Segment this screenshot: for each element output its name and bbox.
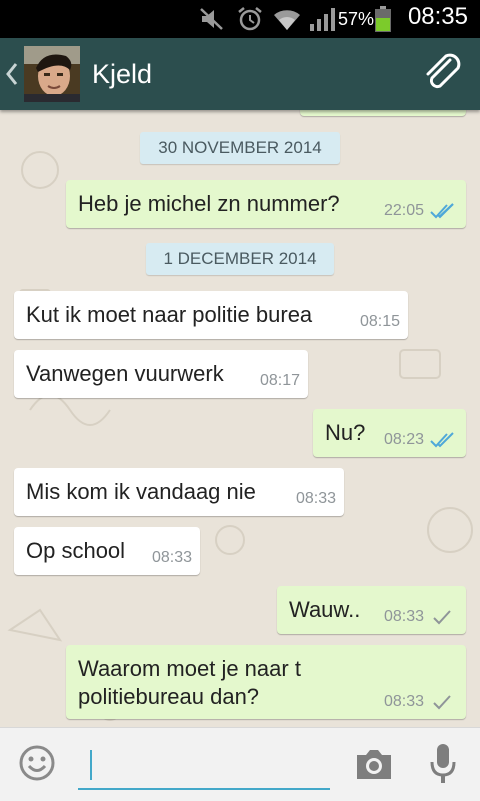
message-bubble-outgoing[interactable]: Heb je michel zn nummer? 22:05	[66, 180, 466, 228]
chat-header: Kjeld	[0, 38, 480, 110]
microphone-icon[interactable]	[428, 742, 458, 786]
message-bubble-incoming[interactable]: Kut ik moet naar politie burea 08:15	[14, 291, 408, 339]
chat-area[interactable]: 30 NOVEMBER 2014 Heb je michel zn nummer…	[0, 110, 480, 727]
message-text: Wauw..	[289, 597, 361, 622]
message-input-bar	[0, 727, 480, 801]
message-text-line-1: Waarom moet je naar t	[78, 656, 301, 681]
text-cursor	[90, 750, 92, 780]
message-time: 08:33	[383, 693, 424, 710]
attach-paperclip-icon[interactable]	[422, 52, 466, 96]
message-bubble-incoming[interactable]: Vanwegen vuurwerk 08:17	[14, 350, 308, 398]
message-bubble-outgoing[interactable]: Waarom moet je naar t politiebureau dan?…	[66, 645, 466, 719]
double-check-read-icon	[430, 203, 454, 219]
message-time: 08:17	[259, 372, 300, 389]
date-separator: 30 NOVEMBER 2014	[140, 132, 340, 164]
double-check-read-icon	[430, 432, 454, 448]
message-bubble-partial[interactable]	[300, 110, 466, 116]
check-sent-icon	[433, 610, 451, 625]
status-bar: 57% 08:35	[0, 0, 480, 38]
message-text: Vanwegen vuurwerk	[26, 361, 224, 386]
message-text: Kut ik moet naar politie burea	[26, 302, 313, 327]
battery-icon	[375, 6, 391, 32]
message-bubble-incoming[interactable]: Op school 08:33	[14, 527, 200, 575]
message-time: 22:05	[383, 202, 424, 219]
status-clock: 08:35	[407, 3, 468, 30]
signal-icon	[310, 8, 335, 31]
back-chevron-icon[interactable]	[4, 58, 20, 90]
alarm-icon	[238, 7, 262, 31]
battery-percentage: 57%	[338, 9, 375, 29]
date-separator: 1 DECEMBER 2014	[146, 243, 334, 275]
check-sent-icon	[433, 695, 451, 710]
message-time: 08:33	[295, 490, 336, 507]
message-time: 08:15	[359, 313, 400, 330]
wifi-icon	[274, 10, 300, 30]
message-bubble-incoming[interactable]: Mis kom ik vandaag nie 08:33	[14, 468, 344, 516]
contact-name[interactable]: Kjeld	[92, 58, 152, 90]
emoji-icon[interactable]	[18, 744, 56, 782]
message-text: Mis kom ik vandaag nie	[26, 479, 256, 504]
camera-icon[interactable]	[354, 746, 394, 782]
message-bubble-outgoing[interactable]: Nu? 08:23	[313, 409, 466, 457]
avatar[interactable]	[24, 46, 80, 102]
message-time: 08:33	[383, 608, 424, 625]
mute-icon	[200, 8, 223, 30]
message-input[interactable]	[78, 744, 330, 790]
message-bubble-outgoing[interactable]: Wauw.. 08:33	[277, 586, 466, 634]
message-time: 08:33	[151, 549, 192, 566]
message-time: 08:23	[383, 431, 424, 448]
